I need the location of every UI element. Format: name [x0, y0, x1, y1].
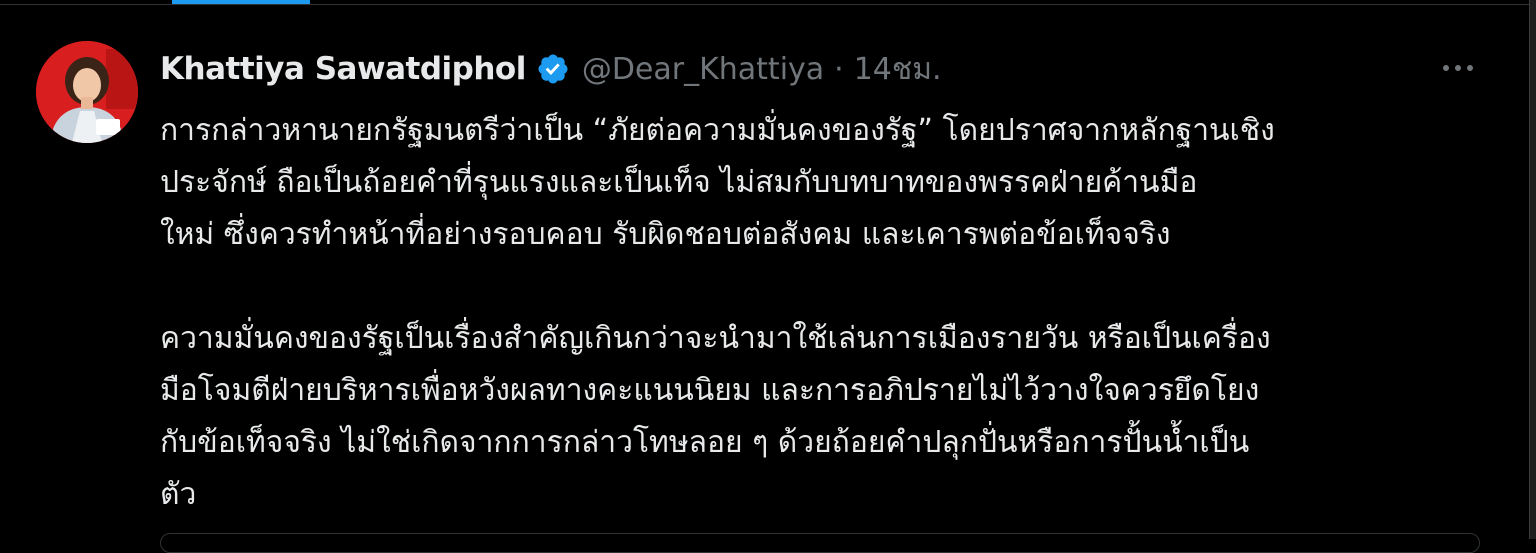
avatar[interactable]: [36, 41, 138, 143]
author-name[interactable]: Khattiya Sawatdiphol: [160, 51, 526, 87]
tweet-header: Khattiya Sawatdiphol @Dear_Khattiya · 14…: [160, 47, 942, 91]
tweet-screenshot: Khattiya Sawatdiphol @Dear_Khattiya · 14…: [0, 0, 1536, 553]
tweet-paragraph: ความมั่นคงของรัฐเป็นเรื่องสำคัญเกินกว่าจ…: [160, 321, 1271, 512]
tweet[interactable]: Khattiya Sawatdiphol @Dear_Khattiya · 14…: [0, 5, 1528, 553]
author-handle[interactable]: @Dear_Khattiya: [582, 52, 824, 87]
avatar-image: [36, 41, 138, 143]
media-card[interactable]: [160, 533, 1480, 553]
verified-badge-icon: [538, 54, 568, 84]
tweet-text: การกล่าวหานายกรัฐมนตรีว่าเป็น “ภัยต่อควา…: [160, 105, 1510, 521]
tweet-paragraph: การกล่าวหานายกรัฐมนตรีว่าเป็น “ภัยต่อควา…: [160, 113, 1275, 252]
header-separator: ·: [834, 51, 844, 87]
more-options-icon[interactable]: [1436, 53, 1480, 83]
more-dots: [1443, 65, 1473, 71]
timestamp[interactable]: 14ชม.: [854, 46, 942, 93]
window-edge: [1529, 0, 1536, 539]
